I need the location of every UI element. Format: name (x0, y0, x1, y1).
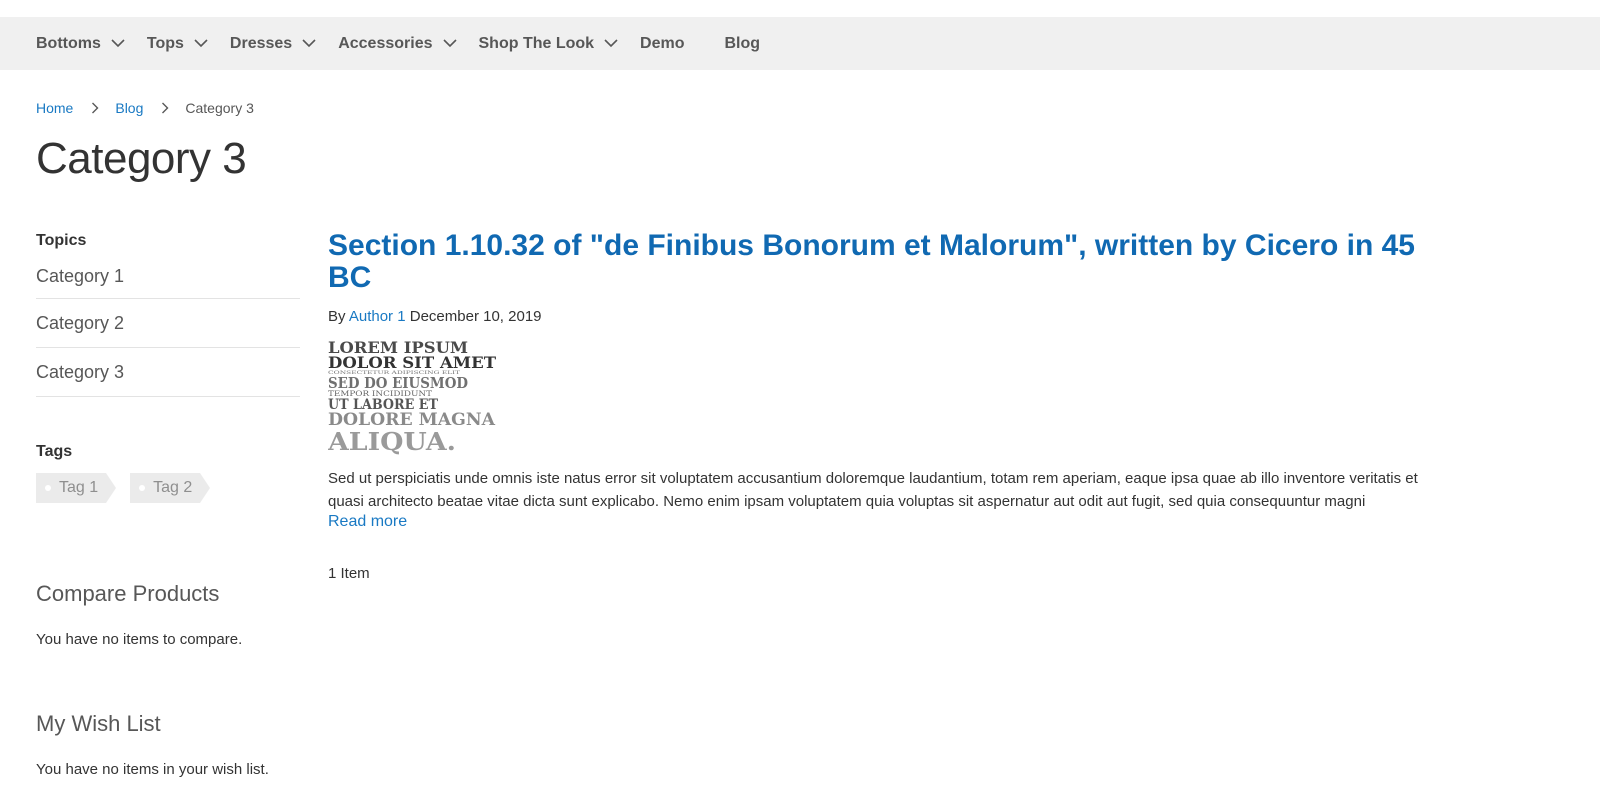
nav-item-label: Demo (640, 34, 685, 52)
topic-item-category-3[interactable]: Category 3 (36, 348, 300, 397)
nav-item-accessories[interactable]: Accessories (338, 17, 457, 70)
nav-item-label: Tops (146, 34, 184, 52)
wishlist-block: My Wish List You have no items in your w… (36, 711, 269, 778)
nav-item-blog[interactable]: Blog (725, 17, 761, 70)
post-by-label: By (328, 308, 346, 325)
breadcrumb-home-link[interactable]: Home (36, 100, 73, 116)
wishlist-title: My Wish List (36, 711, 161, 736)
top-navigation: Bottoms Tops Dresses Accessories Shop Th… (0, 17, 1600, 70)
nav-item-bottoms[interactable]: Bottoms (36, 17, 125, 70)
post-meta: By Author 1 December 10, 2019 (328, 308, 1448, 325)
breadcrumb: Home Blog Category 3 (36, 100, 254, 116)
nav-item-shop-the-look[interactable]: Shop The Look (479, 17, 619, 70)
compare-products-title: Compare Products (36, 581, 220, 606)
post-author-link[interactable]: Author 1 (349, 308, 406, 325)
tag-2[interactable]: Tag 2 (130, 473, 211, 503)
post-excerpt: Sed ut perspiciatis unde omnis iste natu… (328, 470, 1418, 510)
topic-item-category-1[interactable]: Category 1 (36, 254, 300, 299)
chevron-right-icon (91, 102, 101, 114)
tag-hole-icon (45, 485, 51, 491)
post-title-link[interactable]: Section 1.10.32 of "de Finibus Bonorum e… (328, 230, 1448, 294)
tag-label: Tag 1 (59, 479, 99, 496)
page-title: Category 3 (36, 134, 247, 183)
chevron-down-icon (442, 37, 457, 51)
tag-hole-icon (139, 485, 146, 491)
nav-item-label: Bottoms (36, 34, 101, 52)
tags-title: Tags (36, 443, 73, 460)
compare-empty-message: You have no items to compare. (36, 631, 243, 648)
nav-item-label: Shop The Look (478, 34, 595, 52)
chevron-right-icon (161, 102, 171, 114)
chevron-down-icon (302, 37, 316, 51)
read-more-link[interactable]: Read more (328, 513, 407, 531)
nav-item-label: Accessories (338, 34, 433, 52)
tags-list: Tag 1 Tag 2 (36, 473, 300, 503)
main-content: Section 1.10.32 of "de Finibus Bonorum e… (328, 230, 1448, 582)
image-text-line: ALIQUA. (328, 427, 456, 456)
topic-item-category-2[interactable]: Category 2 (36, 299, 300, 348)
chevron-down-icon (111, 37, 125, 51)
tag-1[interactable]: Tag 1 (36, 473, 117, 503)
post-date: December 10, 2019 (409, 308, 542, 325)
nav-item-label: Dresses (229, 34, 293, 52)
compare-products-block: Compare Products You have no items to co… (36, 581, 242, 648)
nav-item-tops[interactable]: Tops (147, 17, 208, 70)
breadcrumb-current: Category 3 (185, 100, 254, 116)
topics-title: Topics (36, 232, 87, 249)
nav-item-demo[interactable]: Demo (640, 17, 684, 70)
topics-list: Category 1 Category 2 Category 3 (36, 254, 300, 397)
chevron-down-icon (194, 37, 208, 51)
item-count: 1 Item (328, 565, 370, 582)
breadcrumb-blog-link[interactable]: Blog (115, 100, 143, 116)
nav-item-label: Blog (724, 34, 761, 52)
tag-label: Tag 2 (153, 479, 193, 496)
wishlist-empty-message: You have no items in your wish list. (36, 761, 269, 778)
post-thumbnail-image[interactable]: LOREM IPSUM DOLOR SIT AMET CONSECTETUR A… (328, 337, 498, 457)
sidebar: Topics Category 1 Category 2 Category 3 … (36, 232, 300, 503)
chevron-down-icon (604, 37, 618, 51)
nav-item-dresses[interactable]: Dresses (230, 17, 316, 70)
